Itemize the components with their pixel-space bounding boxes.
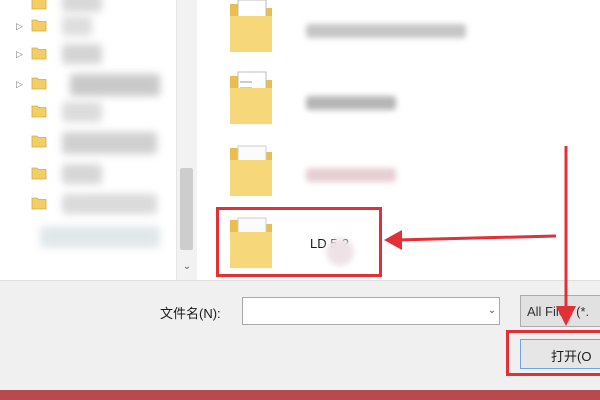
tree-item[interactable]	[0, 0, 198, 16]
expand-arrow-icon[interactable]: ▷	[16, 19, 26, 33]
filename-label: 文件名(N):	[160, 306, 221, 321]
chevron-down-icon[interactable]: ⌄	[486, 305, 498, 317]
folder-icon	[230, 145, 272, 196]
file-list-item[interactable]	[216, 0, 596, 60]
tree-item[interactable]	[0, 102, 198, 124]
highlight-box-open-button	[506, 330, 600, 376]
folder-documents-icon	[230, 71, 272, 124]
highlight-box-folder	[216, 207, 382, 277]
tree-item[interactable]: ▷	[0, 74, 198, 96]
expand-arrow-icon[interactable]: ▷	[16, 47, 26, 61]
file-type-select[interactable]: All Files (*.	[520, 295, 600, 327]
file-type-value: All Files (*.	[527, 304, 590, 319]
file-list-item[interactable]	[216, 138, 596, 204]
tree-item[interactable]: ▷	[0, 16, 198, 38]
open-file-dialog: ▷ ▷ ▷ ⌄ LD 文件名(N): ⌄ All Files (*. 打开(O	[0, 0, 600, 400]
scroll-down-arrow-icon[interactable]: ⌄	[177, 258, 197, 276]
tree-item[interactable]: ▷	[0, 44, 198, 66]
folder-icon	[31, 197, 47, 210]
expand-arrow-icon[interactable]: ▷	[16, 77, 26, 91]
folder-documents-icon	[230, 0, 272, 52]
folder-icon	[31, 19, 47, 32]
file-list-item[interactable]	[216, 66, 596, 132]
folder-icon	[31, 135, 47, 148]
tree-item[interactable]	[0, 164, 198, 186]
tree-item[interactable]	[0, 194, 198, 216]
folder-icon	[31, 0, 47, 10]
scrollbar-thumb[interactable]	[180, 168, 193, 250]
folder-icon	[31, 167, 47, 180]
folder-icon	[31, 105, 47, 118]
folder-icon	[31, 47, 47, 60]
filename-input[interactable]	[242, 297, 500, 325]
tree-item[interactable]	[0, 226, 198, 248]
nav-scrollbar[interactable]: ⌄	[176, 0, 197, 280]
navigation-pane[interactable]: ▷ ▷ ▷ ⌄	[0, 0, 198, 280]
folder-icon	[31, 77, 47, 90]
tree-item[interactable]	[0, 132, 198, 154]
bottom-accent-strip	[0, 390, 600, 400]
